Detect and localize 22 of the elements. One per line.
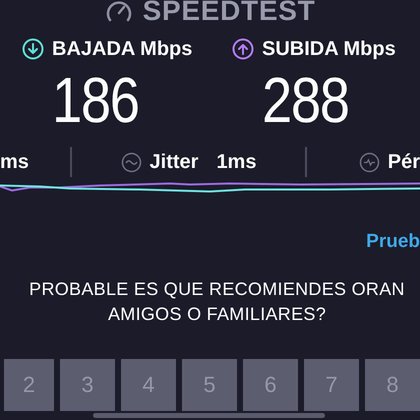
result-value: 186 — [52, 68, 140, 132]
pulse-icon — [358, 152, 380, 172]
app-title: SPEEDTEST — [142, 0, 316, 25]
rating-option[interactable]: 3 — [60, 358, 115, 410]
gauge-icon — [104, 0, 133, 23]
rating-option[interactable]: 2 — [4, 358, 54, 410]
test-link[interactable]: Prueb — [366, 228, 420, 256]
rating-option[interactable]: 5 — [182, 358, 237, 410]
wave-icon — [120, 152, 142, 172]
result-value: 288 — [262, 68, 350, 132]
rating-option[interactable]: 7 — [304, 358, 359, 410]
stat-value: 1ms — [216, 150, 256, 175]
rating-option[interactable]: 8 — [365, 358, 420, 410]
result-label: BAJADA Mbps — [52, 39, 192, 59]
survey-question: PROBABLE ES QUE RECOMIENDES ORAN — [29, 278, 405, 300]
survey-question: AMIGOS O FAMILIARES? — [108, 302, 326, 326]
rating-option[interactable]: 4 — [121, 358, 176, 410]
result-label: SUBIDA Mbps — [262, 39, 396, 59]
stat-label: Jitter — [150, 150, 198, 175]
stat-label: Pér — [388, 150, 420, 175]
stat-value: ms — [0, 150, 29, 175]
rating-option[interactable]: 6 — [243, 358, 298, 410]
